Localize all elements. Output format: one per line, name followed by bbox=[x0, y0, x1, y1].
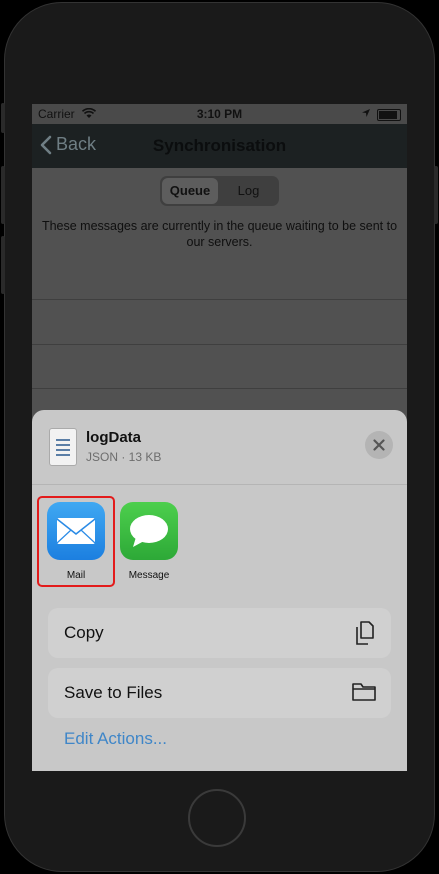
file-name: logData bbox=[86, 429, 142, 446]
copy-icon bbox=[356, 621, 374, 645]
folder-icon bbox=[352, 683, 376, 701]
close-icon bbox=[373, 439, 385, 451]
message-label: Message bbox=[128, 570, 170, 581]
share-sheet: logData JSON · 13 KB Mail Message Copy S… bbox=[32, 410, 407, 771]
json-file-icon bbox=[49, 428, 77, 466]
edit-actions-link[interactable]: Edit Actions... bbox=[64, 729, 167, 749]
power-button bbox=[434, 166, 438, 224]
share-app-message[interactable]: Message bbox=[111, 502, 187, 581]
file-meta: JSON · 13 KB bbox=[86, 450, 162, 464]
message-icon[interactable] bbox=[120, 502, 178, 560]
volume-up-button bbox=[1, 166, 5, 224]
close-button[interactable] bbox=[365, 431, 393, 459]
queue-description: These messages are currently in the queu… bbox=[41, 219, 398, 249]
status-bar: Carrier 3:10 PM bbox=[32, 104, 407, 124]
segment-log[interactable]: Log bbox=[220, 178, 277, 204]
battery-icon bbox=[377, 109, 401, 121]
copy-label: Copy bbox=[64, 623, 104, 642]
share-sheet-header: logData JSON · 13 KB bbox=[32, 410, 407, 485]
save-to-files-label: Save to Files bbox=[64, 683, 163, 702]
mute-switch bbox=[1, 103, 5, 133]
status-time: 3:10 PM bbox=[196, 107, 243, 121]
mail-highlight-box bbox=[37, 496, 115, 587]
screen: Carrier 3:10 PM Back Synchronisation Que… bbox=[32, 104, 407, 771]
page-title: Synchronisation bbox=[152, 136, 287, 155]
copy-action[interactable]: Copy bbox=[48, 608, 391, 658]
save-to-files-action[interactable]: Save to Files bbox=[48, 668, 391, 718]
location-arrow-icon bbox=[362, 109, 370, 117]
list-divider bbox=[32, 344, 407, 345]
list-divider bbox=[32, 388, 407, 389]
copy-action-group: Copy bbox=[48, 608, 391, 658]
list-divider bbox=[32, 299, 407, 300]
save-action-group: Save to Files bbox=[48, 668, 391, 718]
segmented-control: Queue Log bbox=[160, 176, 279, 206]
segment-queue[interactable]: Queue bbox=[162, 178, 218, 204]
volume-down-button bbox=[1, 236, 5, 294]
home-button[interactable] bbox=[188, 789, 246, 847]
navigation-bar: Back Synchronisation bbox=[32, 124, 407, 168]
